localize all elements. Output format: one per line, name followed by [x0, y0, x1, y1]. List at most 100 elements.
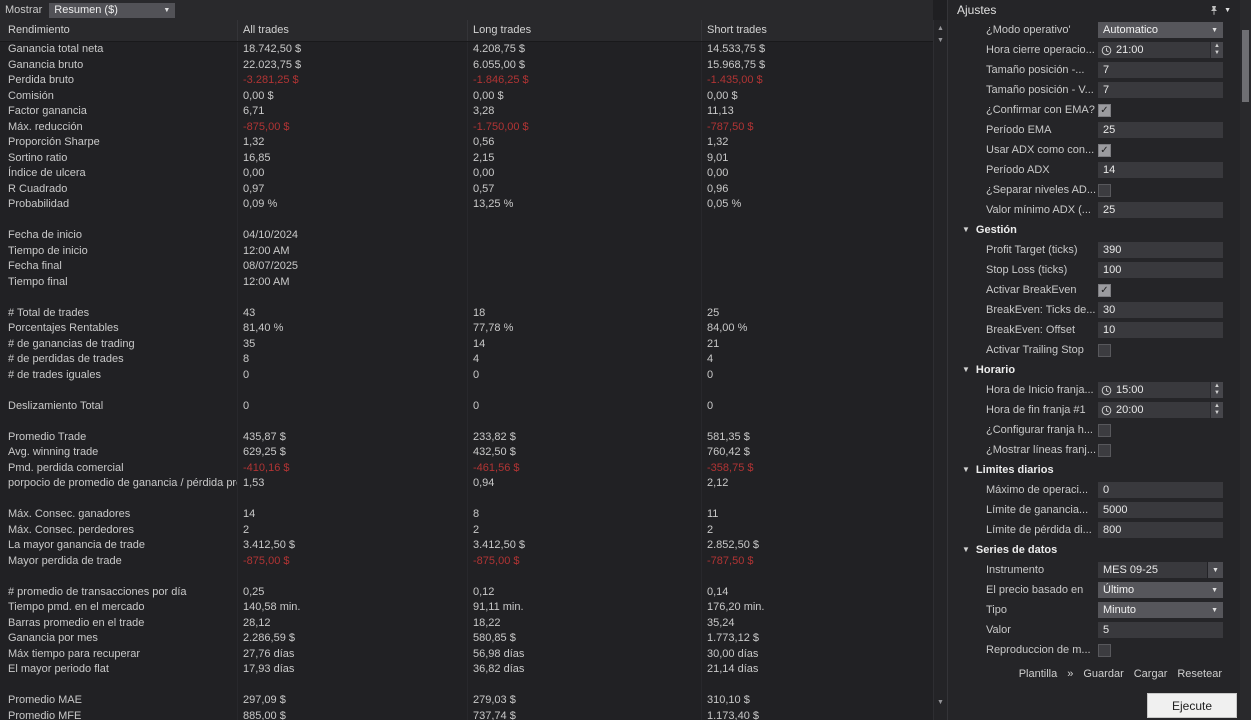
- setting-checkbox[interactable]: [1098, 444, 1111, 457]
- table-row[interactable]: Tiempo pmd. en el mercado140,58 min.91,1…: [0, 600, 933, 616]
- spinner-up-icon[interactable]: ▲: [1214, 43, 1220, 50]
- table-row[interactable]: Promedio MFE885,00 $737,74 $1.173,40 $: [0, 709, 933, 720]
- table-row[interactable]: [0, 213, 933, 229]
- table-scrollbar[interactable]: ▲ ▼ ▼: [933, 20, 947, 720]
- setting-input[interactable]: 14: [1098, 162, 1223, 178]
- setting-input[interactable]: 7: [1098, 62, 1223, 78]
- table-row[interactable]: El mayor periodo flat17,93 días36,82 día…: [0, 662, 933, 678]
- table-row[interactable]: Máx. Consec. perdedores222: [0, 523, 933, 539]
- plantilla-expander[interactable]: »: [1067, 668, 1073, 680]
- table-row[interactable]: Factor ganancia6,713,2811,13: [0, 104, 933, 120]
- reset-template-link[interactable]: Resetear: [1177, 668, 1222, 680]
- table-row[interactable]: Pmd. perdida comercial-410,16 $-461,56 $…: [0, 461, 933, 477]
- time-spinner[interactable]: ▲▼: [1210, 402, 1223, 418]
- time-spinner[interactable]: ▲▼: [1210, 42, 1223, 58]
- setting-checkbox[interactable]: ✓: [1098, 104, 1111, 117]
- table-row[interactable]: Barras promedio en el trade28,1218,2235,…: [0, 616, 933, 632]
- table-row[interactable]: Avg. winning trade629,25 $432,50 $760,42…: [0, 445, 933, 461]
- table-row[interactable]: Promedio Trade435,87 $233,82 $581,35 $: [0, 430, 933, 446]
- spinner-down-icon[interactable]: ▼: [1214, 390, 1220, 397]
- table-row[interactable]: Fecha de inicio04/10/2024: [0, 228, 933, 244]
- table-row[interactable]: La mayor ganancia de trade3.412,50 $3.41…: [0, 538, 933, 554]
- setting-dropdown[interactable]: Automatico▼: [1098, 22, 1223, 38]
- spinner-up-icon[interactable]: ▲: [1214, 383, 1220, 390]
- table-row[interactable]: Deslizamiento Total000: [0, 399, 933, 415]
- column-header-all-trades[interactable]: All trades: [238, 20, 468, 41]
- save-template-link[interactable]: Guardar: [1083, 668, 1123, 680]
- setting-combo[interactable]: MES 09-25▼: [1098, 562, 1223, 578]
- pin-icon[interactable]: [1209, 5, 1219, 16]
- setting-input[interactable]: 25: [1098, 202, 1223, 218]
- table-row[interactable]: Sortino ratio16,852,159,01: [0, 151, 933, 167]
- setting-checkbox[interactable]: [1098, 424, 1111, 437]
- table-row[interactable]: # de trades iguales000: [0, 368, 933, 384]
- table-row[interactable]: [0, 414, 933, 430]
- scroll-up-icon[interactable]: ▲: [934, 24, 947, 34]
- table-row[interactable]: [0, 383, 933, 399]
- setting-input[interactable]: 30: [1098, 302, 1223, 318]
- scroll-down-icon[interactable]: ▼: [934, 36, 947, 46]
- table-row[interactable]: [0, 678, 933, 694]
- table-row[interactable]: Máx. reducción-875,00 $-1.750,00 $-787,5…: [0, 120, 933, 136]
- execute-button[interactable]: Ejecute: [1147, 693, 1237, 718]
- table-row[interactable]: [0, 492, 933, 508]
- setting-input[interactable]: 25: [1098, 122, 1223, 138]
- setting-checkbox[interactable]: [1098, 644, 1111, 657]
- table-row[interactable]: Mayor perdida de trade-875,00 $-875,00 $…: [0, 554, 933, 570]
- column-header-short-trades[interactable]: Short trades: [702, 20, 933, 41]
- table-row[interactable]: [0, 290, 933, 306]
- table-row[interactable]: # de perdidas de trades844: [0, 352, 933, 368]
- setting-input[interactable]: 5: [1098, 622, 1223, 638]
- setting-time-field[interactable]: 21:00▲▼: [1098, 42, 1223, 58]
- settings-section-header[interactable]: ▼Series de datos: [948, 540, 1240, 560]
- table-row[interactable]: Índice de ulcera0,000,000,00: [0, 166, 933, 182]
- setting-input[interactable]: 100: [1098, 262, 1223, 278]
- table-row[interactable]: Tiempo final12:00 AM: [0, 275, 933, 291]
- table-row[interactable]: R Cuadrado0,970,570,96: [0, 182, 933, 198]
- table-row[interactable]: Probabilidad0,09 %13,25 %0,05 %: [0, 197, 933, 213]
- table-row[interactable]: Ganancia total neta18.742,50 $4.208,75 $…: [0, 42, 933, 58]
- scroll-down-icon[interactable]: ▼: [934, 698, 947, 708]
- setting-dropdown[interactable]: Minuto▼: [1098, 602, 1223, 618]
- spinner-down-icon[interactable]: ▼: [1214, 410, 1220, 417]
- setting-input[interactable]: 10: [1098, 322, 1223, 338]
- table-row[interactable]: Máx tiempo para recuperar27,76 días56,98…: [0, 647, 933, 663]
- panel-scrollbar[interactable]: [1240, 0, 1251, 720]
- column-header-rendimiento[interactable]: Rendimiento: [0, 20, 238, 41]
- combo-dropdown-button[interactable]: ▼: [1207, 562, 1223, 578]
- table-row[interactable]: Ganancia por mes2.286,59 $580,85 $1.773,…: [0, 631, 933, 647]
- setting-checkbox[interactable]: [1098, 184, 1111, 197]
- table-row[interactable]: Máx. Consec. ganadores14811: [0, 507, 933, 523]
- setting-input[interactable]: 0: [1098, 482, 1223, 498]
- column-header-long-trades[interactable]: Long trades: [468, 20, 702, 41]
- table-row[interactable]: Ganancia bruto22.023,75 $6.055,00 $15.96…: [0, 58, 933, 74]
- setting-input[interactable]: 390: [1098, 242, 1223, 258]
- setting-checkbox[interactable]: [1098, 344, 1111, 357]
- table-row[interactable]: Tiempo de inicio12:00 AM: [0, 244, 933, 260]
- settings-section-header[interactable]: ▼Horario: [948, 360, 1240, 380]
- table-row[interactable]: Comisión0,00 $0,00 $0,00 $: [0, 89, 933, 105]
- table-row[interactable]: Fecha final08/07/2025: [0, 259, 933, 275]
- table-row[interactable]: # promedio de transacciones por día0,250…: [0, 585, 933, 601]
- setting-time-field[interactable]: 20:00▲▼: [1098, 402, 1223, 418]
- setting-time-field[interactable]: 15:00▲▼: [1098, 382, 1223, 398]
- spinner-up-icon[interactable]: ▲: [1214, 403, 1220, 410]
- table-row[interactable]: Perdida bruto-3.281,25 $-1.846,25 $-1.43…: [0, 73, 933, 89]
- spinner-down-icon[interactable]: ▼: [1214, 50, 1220, 57]
- scrollbar-thumb[interactable]: [1242, 30, 1249, 102]
- mostrar-dropdown[interactable]: Resumen ($) ▼: [49, 3, 175, 18]
- setting-input[interactable]: 7: [1098, 82, 1223, 98]
- table-row[interactable]: Promedio MAE297,09 $279,03 $310,10 $: [0, 693, 933, 709]
- table-row[interactable]: Porcentajes Rentables81,40 %77,78 %84,00…: [0, 321, 933, 337]
- table-row[interactable]: # Total de trades431825: [0, 306, 933, 322]
- setting-checkbox[interactable]: ✓: [1098, 284, 1111, 297]
- load-template-link[interactable]: Cargar: [1134, 668, 1168, 680]
- setting-dropdown[interactable]: Último▼: [1098, 582, 1223, 598]
- table-row[interactable]: [0, 569, 933, 585]
- table-row[interactable]: # de ganancias de trading351421: [0, 337, 933, 353]
- setting-input[interactable]: 5000: [1098, 502, 1223, 518]
- time-spinner[interactable]: ▲▼: [1210, 382, 1223, 398]
- setting-input[interactable]: 800: [1098, 522, 1223, 538]
- settings-section-header[interactable]: ▼Limites diarios: [948, 460, 1240, 480]
- table-row[interactable]: Proporción Sharpe1,320,561,32: [0, 135, 933, 151]
